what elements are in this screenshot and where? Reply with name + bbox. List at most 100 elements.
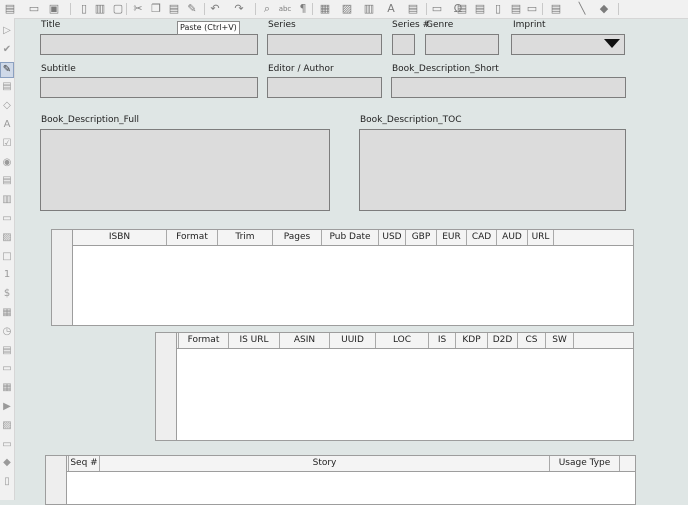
stories-row-header[interactable] <box>46 456 67 504</box>
line-icon[interactable]: ╲ <box>575 2 589 16</box>
pattern-field-icon[interactable]: ▤ <box>1 344 13 358</box>
image-button-icon[interactable]: ▨ <box>1 231 13 245</box>
title-field[interactable] <box>40 34 258 55</box>
navigation-bar-icon[interactable]: ▶ <box>1 400 13 414</box>
label-field-icon[interactable]: A <box>1 118 13 132</box>
editions-column-header[interactable]: Trim <box>218 230 273 245</box>
insert-table-icon[interactable]: ▦ <box>318 2 332 16</box>
description-full-field[interactable] <box>40 129 330 211</box>
toolbar-separator <box>426 3 427 15</box>
formats-column-header[interactable]: ASIN <box>280 333 330 348</box>
export-pdf-icon[interactable]: ▯ <box>77 2 91 16</box>
formats-column-header[interactable]: IS URL <box>229 333 280 348</box>
toolbar-separator <box>542 3 543 15</box>
table-control-icon[interactable]: ▦ <box>1 381 13 395</box>
insert-page-break-icon[interactable]: ▤ <box>406 2 420 16</box>
formats-column-header[interactable]: UUID <box>330 333 376 348</box>
formats-column-header[interactable]: CS <box>518 333 546 348</box>
endnote-icon[interactable]: ▤ <box>473 2 487 16</box>
numeric-field-icon[interactable]: 1 <box>1 268 13 282</box>
editions-column-header[interactable]: GBP <box>406 230 437 245</box>
file-selection-icon[interactable]: ▭ <box>1 438 13 452</box>
insert-textbox-icon[interactable]: A <box>384 2 398 16</box>
editions-column-header[interactable]: USD <box>379 230 406 245</box>
stories-column-header[interactable]: Seq # <box>68 456 100 471</box>
formats-column-header[interactable]: KDP <box>456 333 488 348</box>
insert-image-icon[interactable]: ▨ <box>340 2 354 16</box>
design-mode-icon[interactable]: ✔ <box>1 43 13 57</box>
series-field[interactable] <box>267 34 382 55</box>
insert-chart-icon[interactable]: ▥ <box>362 2 376 16</box>
dropdown-arrow-icon[interactable] <box>604 39 620 48</box>
basic-shapes-icon[interactable]: ◆ <box>597 2 611 16</box>
formats-table-header: Format IS URL ASIN UUID LOC IS KDP D2D CS SW <box>156 333 633 349</box>
editions-column-header[interactable]: URL <box>528 230 554 245</box>
editions-table[interactable]: ISBN Format Trim Pages Pub Date USD GBP EUR CAD A… <box>51 229 634 326</box>
tab-order-icon[interactable]: ◇ <box>1 99 13 113</box>
undo-icon[interactable]: ↶ <box>208 2 222 16</box>
formats-column-header[interactable]: D2D <box>488 333 518 348</box>
formats-column-header[interactable]: SW <box>546 333 574 348</box>
insert-field-icon[interactable]: ▭ <box>430 2 444 16</box>
toolbar-separator <box>70 3 71 15</box>
formats-column-header[interactable]: Format <box>178 333 229 348</box>
select-pointer-icon[interactable]: ▷ <box>1 24 13 38</box>
bookmark-icon[interactable]: ▯ <box>491 2 505 16</box>
print-icon[interactable]: ▥ <box>93 2 107 16</box>
imprint-combobox[interactable] <box>511 34 625 55</box>
editions-column-header[interactable]: CAD <box>467 230 497 245</box>
control-properties-icon[interactable]: ✎ <box>0 61 14 78</box>
formats-column-header[interactable]: LOC <box>376 333 429 348</box>
formatted-field-icon[interactable]: □ <box>1 250 13 264</box>
formats-row-header[interactable] <box>156 333 177 440</box>
genre-field[interactable] <box>425 34 499 55</box>
editions-column-header[interactable]: ISBN <box>72 230 167 245</box>
new-document-icon[interactable]: ▤ <box>3 2 17 16</box>
copy-icon[interactable]: ❐ <box>149 2 163 16</box>
editions-row-header[interactable] <box>52 230 73 325</box>
print-preview-icon[interactable]: ▢ <box>111 2 125 16</box>
formatting-marks-icon[interactable]: ¶ <box>296 2 310 16</box>
spin-button-icon[interactable]: ◆ <box>1 456 13 470</box>
series-number-field[interactable] <box>392 34 415 55</box>
redo-icon[interactable]: ↷ <box>232 2 246 16</box>
footnote-icon[interactable]: ▤ <box>455 2 469 16</box>
push-button-icon[interactable]: ▭ <box>1 212 13 226</box>
image-control-icon[interactable]: ▨ <box>1 419 13 433</box>
editor-author-field[interactable] <box>267 77 382 98</box>
option-button-icon[interactable]: ◉ <box>1 156 13 170</box>
editions-column-header[interactable]: Pub Date <box>322 230 379 245</box>
combo-box-icon[interactable]: ▥ <box>1 193 13 207</box>
open-folder-icon[interactable]: ▭ <box>27 2 41 16</box>
subtitle-field[interactable] <box>40 77 258 98</box>
stories-column-header[interactable]: Usage Type <box>550 456 620 471</box>
editions-column-header[interactable]: Format <box>167 230 218 245</box>
editions-column-header[interactable]: AUD <box>497 230 528 245</box>
clone-formatting-icon[interactable]: ✎ <box>185 2 199 16</box>
stories-column-header[interactable]: Story <box>100 456 550 471</box>
scrollbar-icon[interactable]: ▯ <box>1 475 13 489</box>
save-icon[interactable]: ▣ <box>47 2 61 16</box>
description-toc-field[interactable] <box>359 129 626 211</box>
time-field-icon[interactable]: ◷ <box>1 325 13 339</box>
spellcheck-icon[interactable]: abc <box>278 2 292 16</box>
group-box-icon[interactable]: ▭ <box>1 362 13 376</box>
formats-column-header[interactable]: IS <box>429 333 456 348</box>
editions-column-header[interactable]: Pages <box>273 230 322 245</box>
checkbox-icon[interactable]: ☑ <box>1 137 13 151</box>
formats-table[interactable]: Format IS URL ASIN UUID LOC IS KDP D2D CS SW <box>155 332 634 441</box>
stories-table[interactable]: Seq # Story Usage Type <box>45 455 636 505</box>
track-changes-icon[interactable]: ▤ <box>549 2 563 16</box>
description-short-field[interactable] <box>391 77 626 98</box>
cross-reference-icon[interactable]: ▤ <box>509 2 523 16</box>
form-properties-icon[interactable]: ▤ <box>1 80 13 94</box>
currency-field-icon[interactable]: $ <box>1 287 13 301</box>
list-box-icon[interactable]: ▤ <box>1 174 13 188</box>
editions-column-header[interactable]: EUR <box>437 230 467 245</box>
cut-icon[interactable]: ✂ <box>131 2 145 16</box>
find-replace-icon[interactable]: ⌕ <box>260 2 274 16</box>
date-field-icon[interactable]: ▦ <box>1 306 13 320</box>
form-controls-sidebar: ▷ ✔ ✎ ▤ ◇ A ☑ ◉ ▤ ▥ ▭ ▨ □ 1 $ ▦ ◷ ▤ ▭ ▦ ▶ ▨ ▭ ◆ ▯ <box>0 18 15 500</box>
comment-icon[interactable]: ▭ <box>525 2 539 16</box>
paste-icon[interactable]: ▤ <box>167 2 181 16</box>
